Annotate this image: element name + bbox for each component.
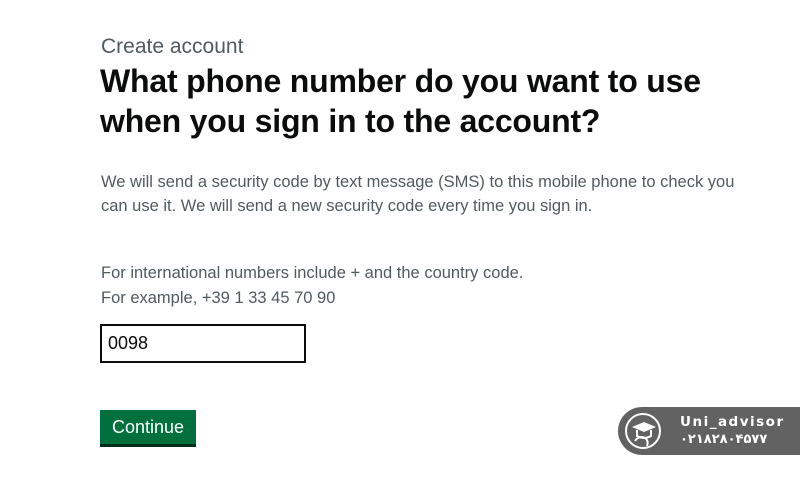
hint-line-international: For international numbers include + and …: [101, 264, 524, 282]
graduate-head-logo-icon: [625, 413, 661, 449]
watermark-phone: ۰۲۱۸۲۸۰۴۵۷۷: [680, 432, 768, 447]
continue-button[interactable]: Continue: [100, 410, 197, 447]
security-code-description: We will send a security code by text mes…: [101, 173, 735, 215]
page-caption: Create account: [101, 35, 244, 58]
phone-number-input[interactable]: [100, 324, 306, 363]
phone-number-hint: For international numbers include + and …: [101, 261, 523, 311]
watermark-name: Uni_advisor: [680, 414, 785, 430]
hint-line-example: For example, +39 1 33 45 70 90: [101, 289, 336, 307]
watermark-badge: Uni_advisor ۰۲۱۸۲۸۰۴۵۷۷: [618, 407, 800, 455]
page-title: What phone number do you want to use whe…: [100, 63, 701, 139]
